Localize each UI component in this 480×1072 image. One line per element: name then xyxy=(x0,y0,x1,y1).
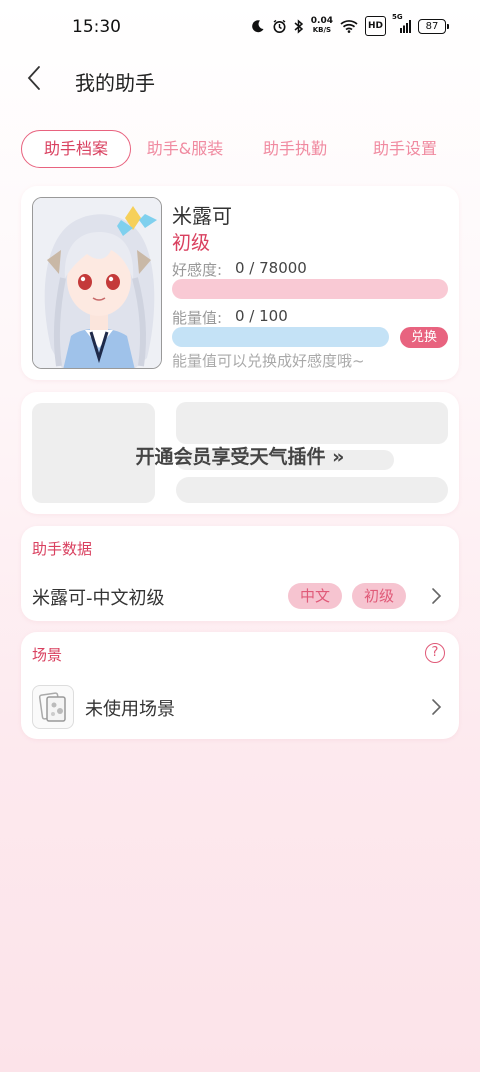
energy-note: 能量值可以兑换成好感度哦~ xyxy=(172,352,365,370)
moon-icon xyxy=(251,16,265,36)
tab-duty[interactable]: 助手执勤 xyxy=(249,130,341,168)
net-speed-unit: KB/S xyxy=(312,26,332,34)
signal-label: 5G xyxy=(392,13,403,21)
wifi-icon xyxy=(340,16,358,36)
bluetooth-icon xyxy=(294,16,304,36)
energy-progress-bar xyxy=(172,327,389,347)
alarm-icon xyxy=(272,16,287,36)
tab-settings[interactable]: 助手设置 xyxy=(359,130,451,168)
scene-card: 场景 ? 未使用场景 xyxy=(21,632,459,739)
assistant-data-row[interactable]: 米露可-中文初级 中文 初级 xyxy=(21,576,459,616)
vip-promo-text[interactable]: 开通会员享受天气插件 » xyxy=(21,442,459,469)
placeholder-line xyxy=(176,477,448,503)
placeholder-line xyxy=(176,402,448,444)
signal-icon: 5G xyxy=(392,13,411,36)
help-icon[interactable]: ? xyxy=(425,643,445,663)
favor-progress-bar xyxy=(172,279,448,299)
page-title: 我的助手 xyxy=(75,71,155,95)
back-button[interactable] xyxy=(18,64,50,96)
section-title-scene: 场景 xyxy=(32,646,63,664)
vip-weather-plugin-card[interactable]: 开通会员享受天气插件 » xyxy=(21,392,459,514)
scene-thumbnail-icon xyxy=(32,685,74,729)
tab-outfit[interactable]: 助手&服装 xyxy=(135,130,235,168)
chevron-left-icon xyxy=(27,65,41,95)
hd-badge: HD xyxy=(364,16,386,36)
battery-indicator: 87 xyxy=(418,18,449,34)
chevron-right-icon xyxy=(431,697,443,717)
favor-value: 0 / 78000 xyxy=(235,259,307,277)
favor-label: 好感度: xyxy=(172,261,223,279)
assistant-data-card: 助手数据 米露可-中文初级 中文 初级 xyxy=(21,526,459,621)
exchange-button[interactable]: 兑换 xyxy=(400,327,448,348)
assistant-data-label: 米露可-中文初级 xyxy=(32,588,165,609)
section-title-assistant-data: 助手数据 xyxy=(32,540,93,558)
net-speed-value: 0.04 xyxy=(310,16,333,26)
character-name: 米露可 xyxy=(172,204,232,228)
language-tag: 中文 xyxy=(288,583,342,609)
net-speed: 0.04 KB/S xyxy=(311,16,333,36)
energy-value: 0 / 100 xyxy=(235,307,288,325)
status-bar: 15:30 0.04 KB/S HD 5G 87 xyxy=(0,0,480,56)
scene-row[interactable]: 未使用场景 xyxy=(21,680,459,736)
level-tag: 初级 xyxy=(352,583,406,609)
energy-label: 能量值: xyxy=(172,309,223,327)
tab-bar: 助手档案 助手&服装 助手执勤 助手设置 xyxy=(21,130,461,168)
profile-card: 米露可 初级 好感度: 0 / 78000 能量值: 0 / 100 兑换 能量… xyxy=(21,186,459,380)
status-icons: 0.04 KB/S HD 5G 87 xyxy=(251,13,449,36)
scene-label: 未使用场景 xyxy=(85,699,175,720)
character-level: 初级 xyxy=(172,232,211,254)
status-time: 15:30 xyxy=(72,17,121,37)
character-avatar[interactable] xyxy=(32,197,162,369)
tab-profile[interactable]: 助手档案 xyxy=(21,130,131,168)
chevron-right-icon xyxy=(431,586,443,606)
